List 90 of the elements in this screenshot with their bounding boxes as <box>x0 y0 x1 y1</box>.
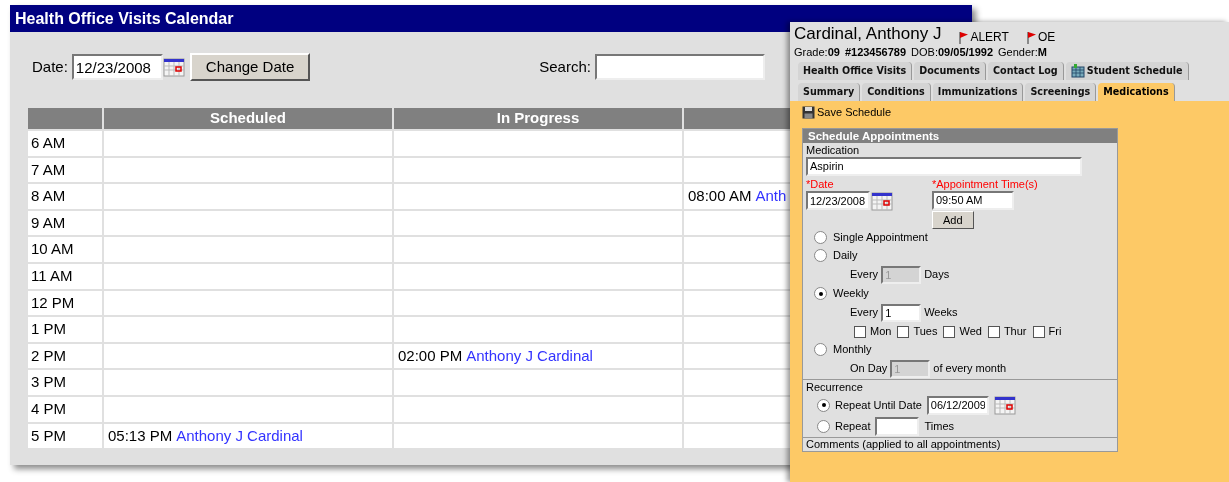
time-cell: 9 AM <box>28 210 102 236</box>
tab[interactable]: Summary <box>798 83 861 101</box>
time-cell: 5 PM <box>28 423 102 449</box>
checkbox[interactable] <box>987 325 1000 338</box>
save-schedule-button[interactable]: Save Schedule <box>802 104 891 121</box>
student-info: Grade:09 <box>794 45 840 59</box>
time-cell: 11 AM <box>28 263 102 289</box>
time-cell: 4 PM <box>28 396 102 422</box>
flag-icon <box>959 32 970 44</box>
radio-button[interactable] <box>814 343 827 356</box>
field-label: Days <box>924 267 950 283</box>
recurrence-field[interactable] <box>875 416 920 436</box>
option-label: Daily <box>833 248 858 264</box>
checkbox[interactable] <box>943 325 956 338</box>
tab[interactable]: Contact Log <box>988 62 1064 80</box>
radio-button[interactable] <box>814 231 827 244</box>
time-cell: 6 AM <box>28 131 102 156</box>
student-info: DOB:09/05/1992 <box>911 45 994 59</box>
day-label: Thur <box>1003 324 1027 340</box>
search-field[interactable] <box>594 54 765 80</box>
medication-field[interactable]: Aspirin <box>806 156 1082 176</box>
option-label: Single Appointment <box>833 230 928 246</box>
student-link[interactable]: Anth <box>755 185 787 208</box>
visit-time: 02:00 PM <box>398 345 463 366</box>
time-field[interactable]: 09:50 AM <box>932 190 1014 210</box>
radio-button[interactable] <box>817 398 830 412</box>
student-info: #123456789 <box>844 45 907 59</box>
student-info: Gender:M <box>998 45 1047 59</box>
add-button[interactable]: Add <box>932 210 974 229</box>
day-label: Fri <box>1048 324 1062 340</box>
section-title: Schedule Appointments <box>803 128 1117 143</box>
calendar-icon[interactable] <box>993 395 1016 415</box>
calendar-icon[interactable] <box>871 190 893 211</box>
field-label: On Day <box>850 361 888 377</box>
flag-label: ALERT <box>970 31 1009 44</box>
time-cell: 8 AM <box>28 184 102 209</box>
day-label: Tues <box>913 324 938 340</box>
flag-icon <box>1026 32 1037 44</box>
field-label: Every <box>850 267 879 283</box>
student-link[interactable]: Anthony J Cardinal <box>176 424 303 448</box>
tab[interactable]: Immunizations <box>932 83 1024 101</box>
checkbox[interactable] <box>854 325 866 338</box>
day-label: Mon <box>870 324 892 340</box>
option-label: Weekly <box>833 286 869 302</box>
date-label: Date: <box>32 56 68 77</box>
recurrence-field[interactable]: 06/12/2009 <box>926 395 989 415</box>
change-date-button[interactable]: Change Date <box>189 53 311 81</box>
field-label: Times <box>924 418 955 434</box>
field-label: Medication <box>806 142 861 157</box>
number-field[interactable]: 1 <box>881 303 922 322</box>
time-cell: 12 PM <box>28 290 102 316</box>
section-label: Recurrence <box>806 379 864 395</box>
checkbox[interactable] <box>1032 325 1045 338</box>
tab[interactable]: Conditions <box>862 83 931 101</box>
required-label: *Date <box>806 177 835 191</box>
section-label: Comments (applied to all appointments) <box>806 437 1002 451</box>
calendar-icon[interactable] <box>162 57 185 77</box>
tab[interactable]: Medications <box>1098 83 1175 101</box>
field-label: Weeks <box>924 305 958 321</box>
required-label: *Appointment Time(s) <box>932 177 1038 191</box>
search-label: Search: <box>539 56 591 77</box>
time-cell: 10 AM <box>28 237 102 262</box>
time-cell: 1 PM <box>28 317 102 342</box>
column-header: In Progress <box>394 108 682 129</box>
time-cell: 2 PM <box>28 343 102 369</box>
time-cell: 3 PM <box>28 370 102 395</box>
date-field[interactable]: 12/23/2008 <box>806 191 870 210</box>
save-icon <box>802 105 815 119</box>
radio-button[interactable] <box>814 287 827 300</box>
student-link[interactable]: Anthony J Cardinal <box>466 344 593 368</box>
tab[interactable]: Screenings <box>1025 83 1097 101</box>
tab[interactable]: Health Office Visits <box>798 62 913 80</box>
date-field[interactable]: 12/23/2008 <box>71 54 163 80</box>
option-label: Repeat <box>835 418 871 434</box>
option-label: Monthly <box>833 342 872 358</box>
radio-button[interactable] <box>817 419 830 433</box>
visit-time: 05:13 PM <box>108 425 173 446</box>
field-label: Every <box>850 305 879 321</box>
field-label: of every month <box>933 361 1007 377</box>
column-header: Scheduled <box>104 108 392 129</box>
tab[interactable]: Documents <box>914 62 986 80</box>
flag-label: OE <box>1037 31 1056 44</box>
option-label: Repeat Until Date <box>835 397 922 413</box>
schedule-icon <box>1070 64 1085 78</box>
time-cell: 7 AM <box>28 157 102 183</box>
visit-time: 08:00 AM <box>688 186 752 207</box>
tab[interactable]: Student Schedule <box>1065 62 1189 80</box>
checkbox[interactable] <box>897 325 910 338</box>
day-label: Wed <box>959 324 982 340</box>
radio-button[interactable] <box>814 249 827 262</box>
